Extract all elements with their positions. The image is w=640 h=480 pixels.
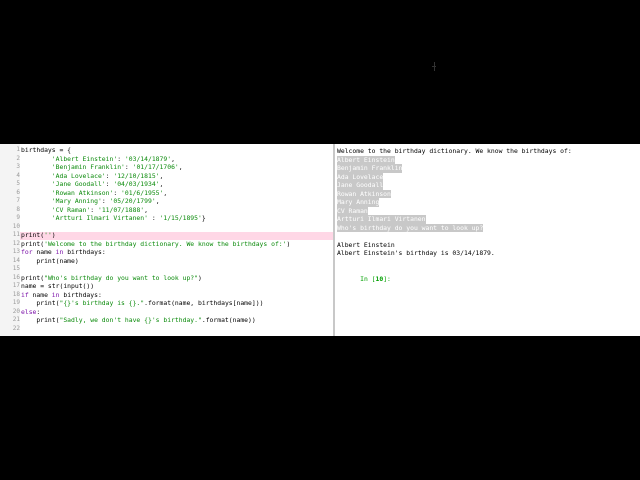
console-selected-output-line: Mary Anning	[337, 198, 380, 207]
code-line[interactable]: print('')	[21, 231, 56, 240]
line-number: 4	[16, 171, 20, 179]
code-line[interactable]: print('Welcome to the birthday dictionar…	[21, 240, 290, 249]
ipython-console[interactable]: Welcome to the birthday dictionary. We k…	[335, 144, 640, 336]
prompt-suffix: ]:	[383, 274, 391, 283]
line-number: 2	[16, 154, 20, 162]
line-number: 14	[12, 256, 20, 264]
prompt-prefix: In [	[360, 274, 376, 283]
console-selected-output-line: Albert Einstein	[337, 155, 395, 164]
line-number: 7	[16, 197, 20, 204]
line-number: 1	[16, 146, 20, 153]
console-selected-output-line: Benjamin Franklin	[337, 164, 403, 173]
console-selected-output-line: Jane Goodall	[337, 181, 384, 190]
code-editor[interactable]: 1 birthdays = {2 'Albert Einstein': '03/1…	[0, 144, 333, 336]
line-number: 10	[12, 222, 20, 230]
code-line[interactable]: 'Jane Goodall': '04/03/1934',	[21, 180, 164, 189]
line-number: 3	[16, 163, 20, 170]
line-number: 22	[12, 324, 20, 332]
line-number: 18	[12, 290, 20, 298]
code-line[interactable]: else:	[21, 308, 40, 317]
code-line[interactable]: 'Rowan Atkinson': '01/6/1955',	[21, 189, 167, 198]
line-number: 12	[12, 239, 20, 247]
console-selected-output-line: Artturi Ilmari Virtanen	[337, 215, 426, 224]
console-result-line: Albert Einstein's birthday is 03/14/1879…	[337, 249, 495, 257]
line-number: 21	[12, 316, 20, 323]
code-line[interactable]: print(name)	[21, 257, 78, 266]
text-cursor-icon	[432, 62, 436, 71]
line-number: 17	[12, 282, 20, 289]
console-user-input: Albert Einstein	[337, 240, 395, 249]
line-number: 9	[16, 214, 20, 221]
line-number: 15	[12, 265, 20, 272]
code-line[interactable]: 'Mary Anning': '05/20/1799',	[21, 197, 160, 206]
code-line[interactable]: 'Ada Lovelace': '12/10/1815',	[21, 172, 164, 181]
code-line[interactable]: 'Benjamin Franklin': '01/17/1706',	[21, 163, 183, 172]
line-number: 13	[12, 248, 20, 255]
console-prompt[interactable]: In [10]:	[337, 266, 391, 292]
line-number: 6	[16, 188, 20, 196]
console-welcome-line: Welcome to the birthday dictionary. We k…	[337, 147, 572, 155]
code-line[interactable]: print("Who's birthday do you want to loo…	[21, 274, 202, 283]
code-line[interactable]: print("Sadly, we don't have {}'s birthda…	[21, 316, 255, 325]
code-line[interactable]: 'Albert Einstein': '03/14/1879',	[21, 155, 175, 164]
code-line[interactable]: for name in birthdays:	[21, 248, 106, 257]
console-selected-output-line: Rowan Atkinson	[337, 189, 391, 198]
console-selected-output-line: Ada Lovelace	[337, 172, 384, 181]
line-number: 20	[12, 307, 20, 315]
line-number: 8	[16, 205, 20, 213]
code-line[interactable]: 'CV Raman': '11/07/1888',	[21, 206, 148, 215]
code-line[interactable]: name = str(input())	[21, 282, 94, 291]
code-line[interactable]: if name in birthdays:	[21, 291, 102, 300]
code-line[interactable]: birthdays = {	[21, 146, 71, 155]
console-selected-output-line: Who's birthday do you want to look up?	[337, 223, 484, 232]
line-number: 16	[12, 273, 20, 281]
code-line[interactable]: print("{}'s birthday is {}.".format(name…	[21, 299, 263, 308]
line-number: 11	[12, 231, 20, 238]
code-line[interactable]: 'Artturi Ilmari Virtanen' : '1/15/1895'}	[21, 214, 206, 223]
line-number: 5	[16, 180, 20, 187]
line-number: 19	[12, 299, 20, 306]
console-selected-output-line: CV Raman	[337, 206, 368, 215]
ide-window: 1 birthdays = {2 'Albert Einstein': '03/1…	[0, 144, 640, 336]
